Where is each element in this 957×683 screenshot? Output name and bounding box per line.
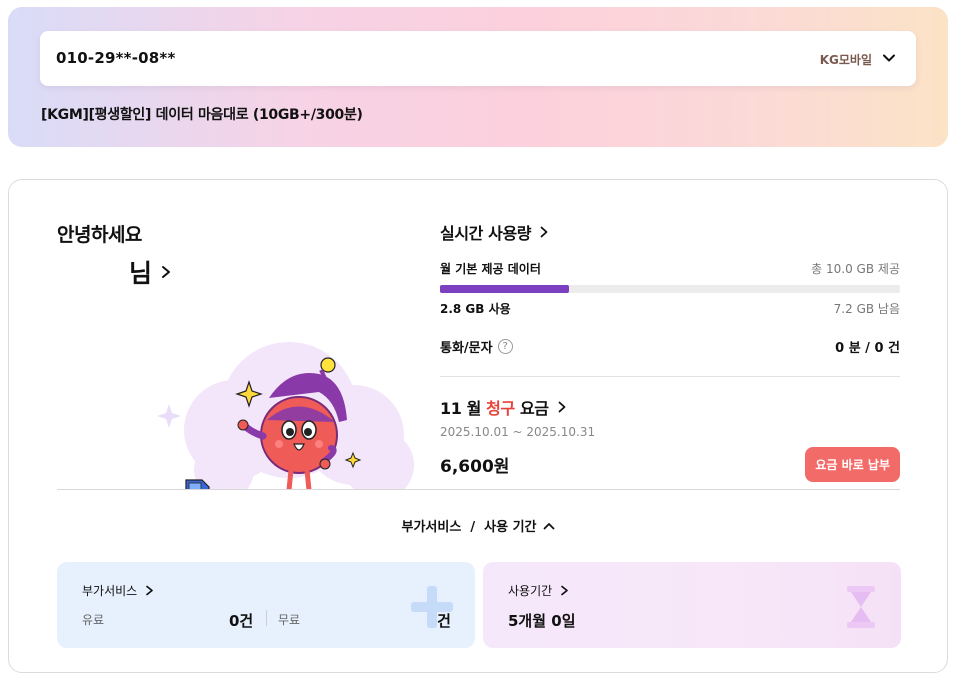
- greeting-text: 안녕하세요: [57, 224, 142, 246]
- phone-number: 010-29**-08**: [56, 49, 176, 67]
- period-value: 5개월 0일: [508, 612, 576, 630]
- data-used: 2.8 GB 사용: [440, 302, 511, 316]
- bill-link[interactable]: 11 월 청구 요금: [440, 395, 900, 419]
- period-title: 사용기간: [508, 584, 553, 598]
- bill-amount: 6,600원: [440, 457, 510, 477]
- data-total: 총 10.0 GB 제공: [811, 262, 900, 276]
- user-name: 님: [129, 259, 153, 288]
- pay-now-button[interactable]: 요금 바로 납부: [805, 447, 900, 482]
- chevron-up-icon: [543, 522, 554, 529]
- chevron-right-icon: [540, 226, 548, 238]
- addon-period-toggle[interactable]: 부가서비스 / 사용 기간: [9, 516, 947, 535]
- bill-month: 11 월: [440, 399, 481, 418]
- bill-period: 2025.10.01 ~ 2025.10.31: [440, 425, 596, 439]
- mascot-illustration: [157, 342, 414, 490]
- divider: [440, 376, 900, 377]
- bill-type: 청구: [486, 399, 515, 418]
- user-name-link[interactable]: 님: [129, 254, 172, 290]
- chevron-right-icon: [558, 401, 565, 413]
- chevron-right-icon: [162, 266, 171, 278]
- data-usage-bar-fill: [440, 285, 569, 293]
- hourglass-icon: [847, 586, 875, 628]
- chevron-right-icon: [146, 585, 154, 596]
- line-selector[interactable]: 010-29**-08** KG모바일: [40, 31, 916, 86]
- addon-paid-label: 유료: [82, 613, 105, 627]
- usage-period-box: 사용기간 5개월 0일: [483, 562, 901, 648]
- addon-service-box: 부가서비스 유료 0건 무료 6건: [57, 562, 475, 648]
- divider: [266, 610, 267, 626]
- bill-title-group: 11 월 청구 요금: [440, 395, 549, 419]
- plus-icon: [411, 586, 453, 628]
- call-sms-label: 통화/문자: [440, 341, 493, 356]
- chevron-down-icon[interactable]: [882, 51, 896, 65]
- call-sms-label-group: 통화/문자 ?: [440, 337, 513, 356]
- line-info-card: 010-29**-08** KG모바일 [KGM][평생할인] 데이터 마음대로…: [8, 7, 948, 147]
- help-icon[interactable]: ?: [497, 339, 513, 354]
- data-label: 월 기본 제공 데이터: [440, 262, 541, 276]
- plan-name: [KGM][평생할인] 데이터 마음대로 (10GB+/300분): [41, 107, 363, 123]
- addon-link[interactable]: 부가서비스: [82, 582, 154, 599]
- addon-paid-value: 0건: [229, 612, 254, 630]
- period-link[interactable]: 사용기간: [508, 582, 569, 599]
- chevron-right-icon: [561, 585, 569, 596]
- addon-free-label: 무료: [278, 613, 301, 627]
- realtime-usage-link[interactable]: 실시간 사용량: [440, 220, 900, 244]
- addon-title: 부가서비스: [82, 584, 138, 598]
- section-divider: [57, 489, 900, 490]
- usage-section: 실시간 사용량 월 기본 제공 데이터 총 10.0 GB 제공 2.8 GB …: [440, 220, 900, 482]
- call-sms-value: 0 분 / 0 건: [835, 341, 900, 356]
- bill-suffix: 요금: [519, 399, 549, 418]
- usage-title: 실시간 사용량: [440, 224, 532, 243]
- data-left: 7.2 GB 남음: [833, 302, 900, 316]
- dashboard-card: 안녕하세요 님 실시간 사용량 월 기본 제공 데이터 총 10.0 GB 제공…: [8, 179, 948, 673]
- toggle-label: 부가서비스 / 사용 기간: [401, 520, 537, 535]
- data-usage-bar: [440, 285, 900, 293]
- carrier-label: KG모바일: [819, 53, 872, 67]
